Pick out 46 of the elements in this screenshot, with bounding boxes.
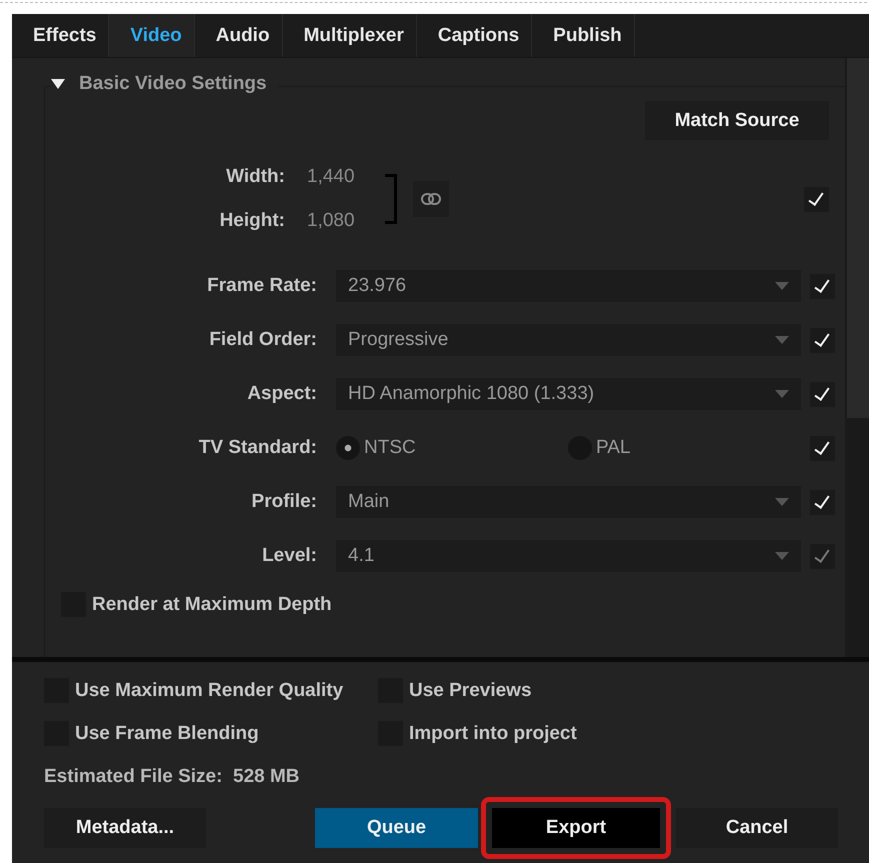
field-label: Height: — [218, 210, 285, 232]
section-title: Basic Video Settings — [79, 73, 267, 95]
height-value[interactable]: 1,080 — [307, 210, 355, 232]
field-label: Field Order: — [208, 329, 317, 351]
field-label: Frame Rate: — [206, 275, 317, 297]
dropdown[interactable]: Main — [336, 486, 801, 518]
checkbox[interactable] — [810, 382, 835, 406]
caret-icon — [775, 282, 789, 290]
field-label: Aspect: — [246, 383, 317, 405]
checkbox-label: Use Maximum Render Quality — [75, 680, 344, 702]
dialog-button[interactable]: Queue — [315, 808, 478, 848]
radio-label: PAL — [596, 437, 631, 459]
match-source-button[interactable]: Match Source — [645, 101, 829, 140]
dropdown[interactable]: HD Anamorphic 1080 (1.333) — [336, 378, 801, 410]
dropdown[interactable]: 23.976 — [336, 270, 801, 302]
link-icon[interactable] — [412, 181, 449, 217]
caret-icon — [775, 498, 789, 506]
caret-icon — [775, 390, 789, 398]
checkbox-label: Render at Maximum Depth — [92, 594, 332, 616]
checkbox[interactable] — [810, 490, 835, 514]
field-label: Level: — [261, 545, 317, 567]
field-label: TV Standard: — [198, 437, 317, 459]
dropdown[interactable]: Progressive — [336, 324, 801, 356]
dialog-button[interactable]: Cancel — [676, 808, 838, 848]
dialog-button[interactable]: Metadata... — [44, 808, 206, 848]
bracket-icon — [384, 174, 397, 224]
dialog-button[interactable]: Export — [481, 797, 671, 859]
checkbox-label: Use Previews — [409, 680, 532, 702]
checkbox[interactable] — [810, 436, 835, 460]
field-label: Profile: — [250, 491, 317, 513]
checkbox-label: Import into project — [409, 722, 577, 744]
radio-label: NTSC — [364, 437, 416, 459]
tab[interactable]: Video — [109, 14, 195, 57]
checkbox[interactable] — [810, 328, 835, 352]
estimated-file-size: Estimated File Size: 528 MB — [44, 766, 301, 788]
width-value[interactable]: 1,440 — [307, 166, 355, 188]
caret-icon — [775, 552, 789, 560]
checkbox-label: Use Frame Blending — [75, 722, 259, 744]
tab[interactable]: Multiplexer — [282, 14, 417, 57]
caret-icon — [775, 336, 789, 344]
checkbox[interactable] — [804, 186, 829, 212]
disclosure-triangle-icon[interactable] — [51, 78, 65, 90]
scrollbar[interactable] — [845, 58, 869, 657]
radio-button[interactable] — [336, 436, 360, 460]
checkbox[interactable] — [810, 274, 835, 298]
field-label: Width: — [225, 166, 285, 188]
